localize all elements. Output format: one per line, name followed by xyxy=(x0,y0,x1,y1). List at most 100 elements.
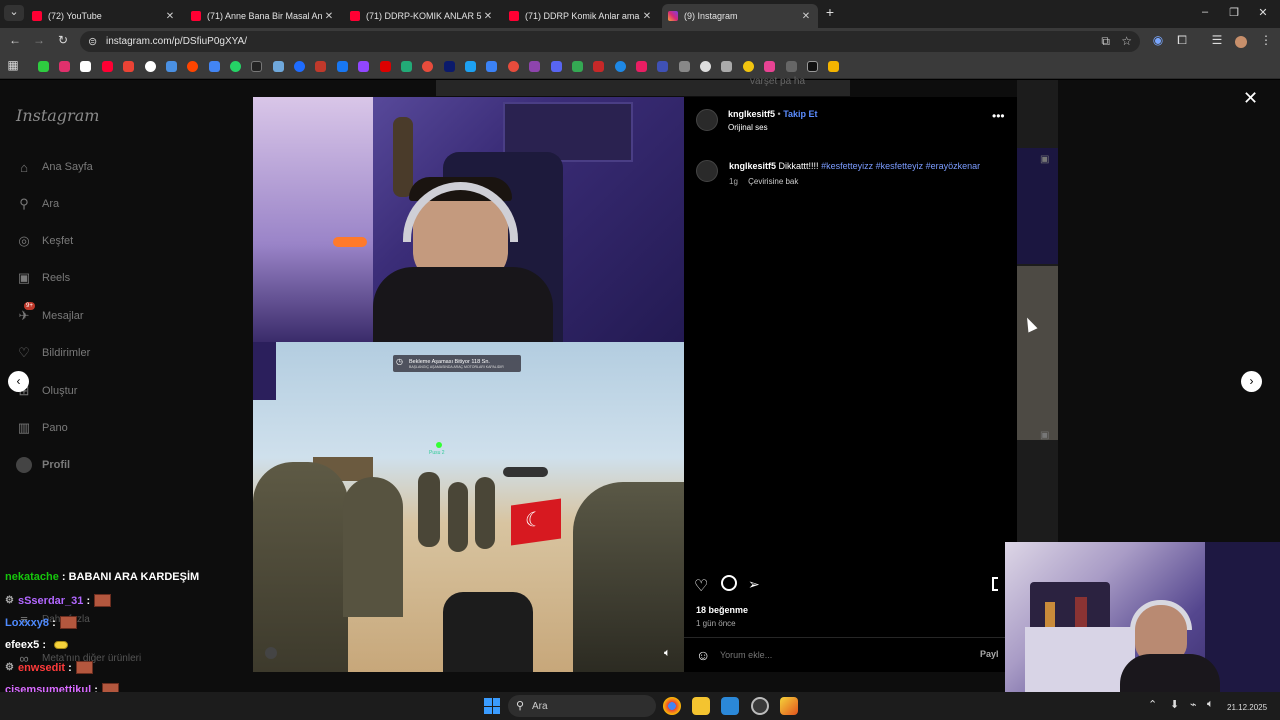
nav-profile[interactable]: Profil xyxy=(16,457,70,473)
bookmark-icon[interactable] xyxy=(422,61,433,72)
chrome-menu-icon[interactable]: ⋮ xyxy=(1258,33,1274,47)
bookmark-icon[interactable] xyxy=(721,61,732,72)
post-audio-label[interactable]: Orijinal ses xyxy=(728,123,768,132)
chrome-app-icon[interactable] xyxy=(663,697,681,715)
forward-icon[interactable]: → xyxy=(31,33,47,47)
window-close-icon[interactable]: ✕ xyxy=(1253,6,1273,19)
bookmark-icon[interactable] xyxy=(401,61,412,72)
nav-notifications[interactable]: ♡ Bildirimler xyxy=(16,345,90,361)
likes-count[interactable]: 18 beğenme xyxy=(696,605,748,615)
bookmark-youtube-icon[interactable] xyxy=(102,61,113,72)
bookmark-kick-icon[interactable] xyxy=(38,61,49,72)
save-icon[interactable] xyxy=(992,577,998,591)
bookmark-icon[interactable] xyxy=(273,61,284,72)
bookmark-icon[interactable] xyxy=(465,61,476,72)
bookmark-icon[interactable] xyxy=(786,61,797,72)
apps-grid-icon[interactable]: ▦ xyxy=(5,58,21,72)
tab-list-icon[interactable]: ☰ xyxy=(1209,33,1225,47)
post-video[interactable]: ◷ Bekleme Aşaması Bitiyor 118 Sn. BAŞLAN… xyxy=(253,97,684,672)
close-tab-icon[interactable]: ✕ xyxy=(164,11,176,22)
tray-chevron-icon[interactable]: ⌃ xyxy=(1148,698,1157,711)
new-tab-button[interactable]: + xyxy=(820,4,840,20)
extensions-puzzle-icon[interactable]: ⧠ xyxy=(1174,33,1190,48)
file-explorer-icon[interactable] xyxy=(692,697,710,715)
tab-youtube-1[interactable]: (72) YouTube ✕ xyxy=(26,4,182,28)
share-icon[interactable]: ➢ xyxy=(748,576,760,593)
back-icon[interactable]: ← xyxy=(7,33,23,47)
bookmark-icon[interactable] xyxy=(636,61,647,72)
bookmark-icon[interactable] xyxy=(251,61,262,72)
like-icon[interactable]: ♡ xyxy=(694,576,708,596)
bookmark-icon[interactable] xyxy=(764,61,775,72)
bookmark-icon[interactable] xyxy=(679,61,690,72)
taskbar-search[interactable]: ⚲ Ara xyxy=(508,695,656,717)
previous-post-button[interactable]: ‹ xyxy=(8,371,29,392)
bookmark-reddit-icon[interactable] xyxy=(187,61,198,72)
next-post-button[interactable]: › xyxy=(1241,371,1262,392)
mute-icon[interactable]: 🔈︎ xyxy=(664,647,671,660)
bookmark-whatsapp-icon[interactable] xyxy=(230,61,241,72)
caption-author-avatar[interactable] xyxy=(696,160,718,182)
bookmark-icon[interactable] xyxy=(700,61,711,72)
bookmark-icon[interactable] xyxy=(807,61,818,72)
bookmark-icon[interactable] xyxy=(486,61,497,72)
caption-hashtags[interactable]: #kesfetteyizz #kesfetteyiz #erayözkenar xyxy=(821,161,980,171)
reload-icon[interactable]: ↻ xyxy=(55,33,71,47)
app-icon[interactable] xyxy=(751,697,769,715)
restore-icon[interactable]: ❐ xyxy=(1224,6,1244,19)
nav-messages[interactable]: ✈ 9+ Mesajlar xyxy=(16,302,84,324)
address-bar[interactable]: ⊜ instagram.com/p/DSfiuP0gXYA/ ⧉ ☆ xyxy=(80,31,1140,52)
close-modal-icon[interactable]: ✕ xyxy=(1243,88,1258,109)
volume-icon[interactable]: 🔈︎ xyxy=(1207,698,1214,711)
bookmark-discord-icon[interactable] xyxy=(551,61,562,72)
tab-youtube-2[interactable]: (71) Anne Bana Bir Masal Anlat ✕ xyxy=(185,4,341,28)
bookmark-icon[interactable] xyxy=(166,61,177,72)
bookmark-twitch-icon[interactable] xyxy=(358,61,369,72)
extension-icon[interactable]: ◉ xyxy=(1150,33,1166,47)
bookmark-folder-icon[interactable] xyxy=(828,61,839,72)
app-icon[interactable] xyxy=(780,697,798,715)
tab-instagram[interactable]: (9) Instagram ✕ xyxy=(662,4,818,28)
minimize-icon[interactable]: – xyxy=(1195,6,1215,18)
bookmark-instagram-icon[interactable] xyxy=(59,61,70,72)
bookmark-icon[interactable] xyxy=(380,61,391,72)
taskbar-date[interactable]: 21.12.2025 xyxy=(1227,703,1267,712)
bookmark-star-icon[interactable]: ☆ xyxy=(1121,34,1132,48)
bookmark-gmail-icon[interactable] xyxy=(123,61,134,72)
site-info-icon[interactable]: ⊜ xyxy=(88,35,97,48)
user-tag-icon[interactable] xyxy=(265,647,277,659)
bookmark-icon[interactable] xyxy=(444,61,455,72)
nav-dashboard[interactable]: ▥ Pano xyxy=(16,420,68,436)
tab-youtube-4[interactable]: (71) DDRP Komik Anlar ama Kı ✕ xyxy=(503,4,659,28)
post-comment-button[interactable]: Payl xyxy=(980,649,999,659)
post-author-avatar[interactable] xyxy=(696,109,718,131)
follow-button[interactable]: Takip Et xyxy=(783,109,817,119)
nav-reels[interactable]: ▣ Reels xyxy=(16,270,70,286)
bookmark-icon[interactable] xyxy=(315,61,326,72)
network-icon[interactable]: ⌁ xyxy=(1190,698,1197,711)
tray-app-icon[interactable]: ⬇ xyxy=(1170,698,1179,711)
translate-link[interactable]: Çevirisine bak xyxy=(748,177,798,186)
bookmark-icon[interactable] xyxy=(294,61,305,72)
store-app-icon[interactable] xyxy=(721,697,739,715)
close-tab-icon[interactable]: ✕ xyxy=(641,11,653,22)
bookmark-icon[interactable] xyxy=(572,61,583,72)
nav-search[interactable]: ⚲ Ara xyxy=(16,196,59,212)
tab-youtube-3[interactable]: (71) DDRP-KOMIK ANLAR 5 / E ✕ xyxy=(344,4,500,28)
bookmark-icon[interactable] xyxy=(657,61,668,72)
comment-icon[interactable] xyxy=(721,575,737,591)
bookmark-icon[interactable] xyxy=(615,61,626,72)
bookmark-icon[interactable] xyxy=(743,61,754,72)
install-app-icon[interactable]: ⧉ xyxy=(1101,34,1110,49)
post-author-username[interactable]: knglkesitf5 xyxy=(728,109,775,119)
bookmark-x-icon[interactable] xyxy=(80,61,91,72)
instagram-logo[interactable]: Instagram xyxy=(16,106,99,125)
close-tab-icon[interactable]: ✕ xyxy=(323,11,335,22)
more-options-icon[interactable]: ••• xyxy=(992,109,1005,123)
bookmark-facebook-icon[interactable] xyxy=(337,61,348,72)
nav-home[interactable]: ⌂ Ana Sayfa xyxy=(16,159,93,175)
nav-explore[interactable]: ◎ Keşfet xyxy=(16,233,73,249)
bookmark-translate-icon[interactable] xyxy=(209,61,220,72)
caption-username[interactable]: knglkesitf5 xyxy=(729,161,776,171)
bookmark-icon[interactable] xyxy=(593,61,604,72)
